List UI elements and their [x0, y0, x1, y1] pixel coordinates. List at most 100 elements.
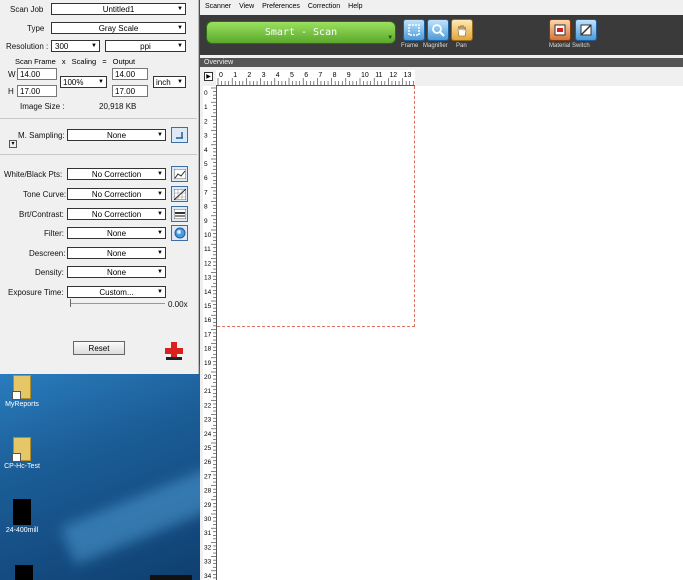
- menu-scanner[interactable]: Scanner: [205, 3, 231, 15]
- dropdown-arrow-icon: ▼: [177, 79, 183, 85]
- frame-icon: [408, 24, 420, 36]
- divider: [0, 154, 197, 155]
- dropdown-arrow-icon: ▼: [157, 289, 163, 295]
- material-switch-button-2[interactable]: [575, 19, 597, 41]
- filter-button[interactable]: [171, 225, 188, 241]
- exposure-slider-handle[interactable]: [70, 299, 71, 307]
- material-switch-button[interactable]: [549, 19, 571, 41]
- ruler-tick-label: 1: [233, 72, 237, 79]
- density-select[interactable]: None ▼: [67, 266, 166, 278]
- ruler-tick-label: 1: [204, 104, 208, 111]
- taskbar-thumbnail[interactable]: [150, 575, 192, 580]
- ruler-tick-label: 34: [204, 573, 212, 580]
- filter-select[interactable]: None ▼: [67, 227, 166, 239]
- ruler-tick-label: 10: [361, 72, 369, 79]
- exposure-value: 0.00x: [168, 300, 188, 309]
- filter-icon: [174, 227, 185, 239]
- desktop-icon-partial[interactable]: [2, 565, 46, 580]
- menu-correction[interactable]: Correction: [308, 3, 340, 15]
- desktop-icon-label: CP-Hc-Test: [4, 463, 40, 470]
- m-sampling-select[interactable]: None ▼: [67, 129, 166, 141]
- scan-settings-panel: Scan Job Untitled1 ▼ Type Gray Scale ▼ R…: [0, 0, 199, 374]
- magnifier-tool-label: Magnifier: [423, 43, 448, 49]
- menu-preferences[interactable]: Preferences: [262, 3, 300, 15]
- expand-icon[interactable]: ▾: [9, 140, 17, 148]
- resolution-label: Resolution :: [6, 42, 49, 51]
- ruler-tick-label: 10: [204, 232, 212, 239]
- white-black-points-select[interactable]: No Correction ▼: [67, 168, 166, 180]
- ruler-tick-label: 4: [204, 147, 208, 154]
- menu-help[interactable]: Help: [348, 3, 362, 15]
- filter-label: Filter:: [44, 229, 64, 238]
- histogram-icon: [173, 169, 186, 179]
- frame-tool-label: Frame: [401, 43, 419, 49]
- tone-curve-button[interactable]: [171, 186, 188, 202]
- smart-scan-button[interactable]: Smart - Scan ▼: [206, 21, 396, 44]
- height-label: H: [8, 87, 14, 96]
- resolution-unit-value: ppi: [140, 41, 151, 51]
- exposure-time-label: Exposure Time:: [8, 288, 64, 297]
- dropdown-arrow-icon: ▼: [177, 6, 183, 12]
- scaling-header: Scaling: [71, 57, 97, 66]
- ruler-tick-label: 13: [204, 275, 212, 282]
- descreen-select[interactable]: None ▼: [67, 247, 166, 259]
- dropdown-arrow-icon: ▼: [157, 132, 163, 138]
- width-output-input[interactable]: 14.00: [112, 68, 148, 80]
- scan-frame-outline[interactable]: [217, 86, 415, 327]
- desktop-icon-24-400mill[interactable]: 24-400mill: [0, 499, 44, 534]
- exposure-time-select[interactable]: Custom... ▼: [67, 286, 166, 298]
- desktop-wallpaper-glow: [60, 445, 200, 565]
- width-scan-value: 14.00: [20, 69, 41, 79]
- white-black-points-value: No Correction: [91, 169, 142, 179]
- image-size-value: 20,918 KB: [99, 102, 137, 111]
- ruler-tick-label: 2: [204, 118, 208, 125]
- height-output-input[interactable]: 17.00: [112, 85, 148, 97]
- reset-button[interactable]: Reset: [73, 341, 125, 355]
- ruler-tick-label: 16: [204, 317, 212, 324]
- density-label: Density:: [35, 268, 64, 277]
- brightness-contrast-select[interactable]: No Correction ▼: [67, 208, 166, 220]
- pan-tool-button[interactable]: [451, 19, 473, 41]
- ruler-corner-play-icon[interactable]: ▶: [204, 72, 213, 81]
- ruler-tick-label: 22: [204, 402, 212, 409]
- horizontal-ruler-svg: 0 1 2 3 4 5 6 7 8 9 10 11 12 13: [217, 72, 414, 85]
- tone-curve-select[interactable]: No Correction ▼: [67, 188, 166, 200]
- ruler-tick-label: 23: [204, 417, 212, 424]
- resolution-value: 300: [55, 41, 69, 51]
- ruler-tick-label: 11: [204, 246, 211, 253]
- white-black-points-button[interactable]: [171, 166, 188, 182]
- ruler-tick-label: 7: [204, 189, 208, 196]
- m-sampling-settings-button[interactable]: [171, 127, 188, 143]
- ruler-tick-label: 0: [204, 90, 208, 97]
- brightness-contrast-value: No Correction: [91, 209, 142, 219]
- ruler-tick-label: 19: [204, 360, 212, 367]
- density-value: None: [106, 267, 127, 277]
- desktop-icon-label: MyReports: [5, 401, 39, 408]
- size-unit-select[interactable]: inch ▼: [153, 76, 186, 88]
- preview-canvas[interactable]: [217, 86, 683, 580]
- pan-tool-label: Pan: [456, 43, 467, 49]
- scaling-value: 100%: [63, 77, 84, 87]
- scaling-select[interactable]: 100% ▼: [60, 76, 107, 88]
- height-scan-input[interactable]: 17.00: [17, 85, 57, 97]
- desktop-icon-myreports[interactable]: MyReports: [0, 375, 44, 408]
- resolution-unit-select[interactable]: ppi ▼: [105, 40, 186, 52]
- scan-job-select[interactable]: Untitled1 ▼: [51, 3, 186, 15]
- ruler-tick-label: 11: [375, 72, 382, 79]
- desktop-icon-cp-hc-test[interactable]: CP-Hc-Test: [0, 437, 44, 470]
- tone-curve-value: No Correction: [91, 189, 142, 199]
- resolution-select[interactable]: 300 ▼: [51, 40, 100, 52]
- frame-tool-button[interactable]: [403, 19, 425, 41]
- brightness-contrast-button[interactable]: [171, 206, 188, 222]
- height-output-value: 17.00: [115, 86, 136, 96]
- dropdown-arrow-icon: ▼: [98, 79, 104, 85]
- ruler-tick-label: 26: [204, 459, 212, 466]
- exposure-slider-track[interactable]: [70, 303, 165, 304]
- width-scan-input[interactable]: 14.00: [17, 68, 57, 80]
- type-select[interactable]: Gray Scale ▼: [51, 22, 186, 34]
- size-unit-value: inch: [156, 77, 171, 87]
- ruler-tick-label: 12: [389, 72, 397, 79]
- menu-view[interactable]: View: [239, 3, 254, 15]
- ruler-tick-label: 30: [204, 516, 212, 523]
- magnifier-tool-button[interactable]: [427, 19, 449, 41]
